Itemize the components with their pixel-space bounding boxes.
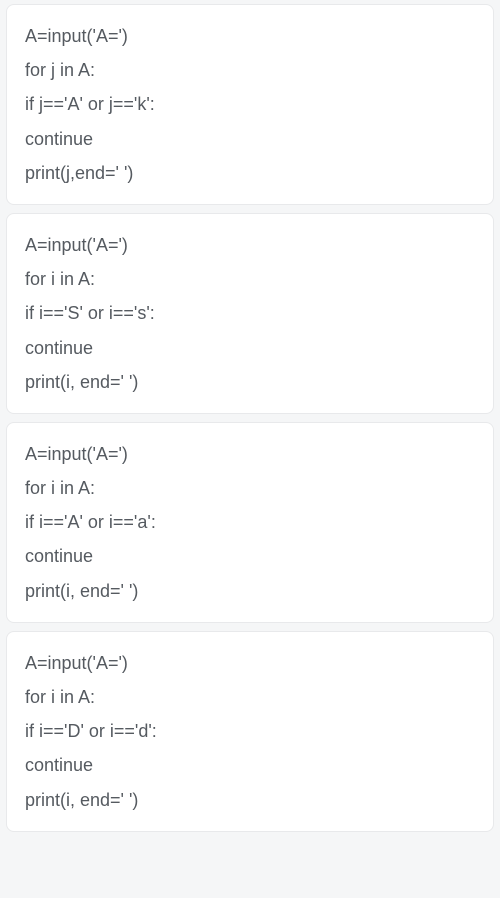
code-line: A=input('A=') (25, 19, 475, 53)
code-line: A=input('A=') (25, 228, 475, 262)
code-line: for i in A: (25, 471, 475, 505)
code-line: if i=='S' or i=='s': (25, 296, 475, 330)
code-line: print(i, end=' ') (25, 574, 475, 608)
code-line: continue (25, 539, 475, 573)
code-line: if i=='A' or i=='a': (25, 505, 475, 539)
code-block: A=input('A=') for i in A: if i=='S' or i… (6, 213, 494, 414)
code-block: A=input('A=') for i in A: if i=='A' or i… (6, 422, 494, 623)
code-block: A=input('A=') for j in A: if j=='A' or j… (6, 4, 494, 205)
code-line: if j=='A' or j=='k': (25, 87, 475, 121)
code-line: print(j,end=' ') (25, 156, 475, 190)
code-line: print(i, end=' ') (25, 365, 475, 399)
code-line: continue (25, 331, 475, 365)
code-line: for j in A: (25, 53, 475, 87)
code-line: A=input('A=') (25, 437, 475, 471)
code-block: A=input('A=') for i in A: if i=='D' or i… (6, 631, 494, 832)
code-line: print(i, end=' ') (25, 783, 475, 817)
code-line: if i=='D' or i=='d': (25, 714, 475, 748)
code-line: for i in A: (25, 262, 475, 296)
code-line: A=input('A=') (25, 646, 475, 680)
code-line: for i in A: (25, 680, 475, 714)
code-line: continue (25, 122, 475, 156)
code-line: continue (25, 748, 475, 782)
